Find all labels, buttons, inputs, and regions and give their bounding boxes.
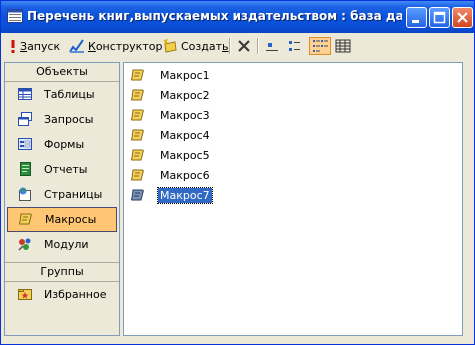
nav-item-reports[interactable]: Отчеты bbox=[5, 157, 119, 182]
macro-icon bbox=[131, 129, 144, 141]
create-icon bbox=[163, 38, 177, 53]
accelerator-key: З bbox=[20, 39, 28, 53]
list-item[interactable]: Макрос5 bbox=[130, 146, 212, 164]
list-item-label: Макрос1 bbox=[160, 68, 210, 82]
nav-item-label: Формы bbox=[44, 138, 85, 151]
objects-pane: Объекты Таблицы Запросы Формы Отчеты Стр… bbox=[4, 62, 120, 336]
minimize-button[interactable] bbox=[406, 7, 427, 28]
form-icon bbox=[18, 138, 32, 150]
run-label: Запуск bbox=[20, 39, 61, 53]
small-icons-icon bbox=[289, 41, 300, 51]
window-title: Перечень книг,выпускаемых издательством … bbox=[27, 9, 402, 23]
close-icon bbox=[457, 12, 468, 23]
list-view-button[interactable] bbox=[309, 37, 331, 55]
nav-item-favorites[interactable]: Избранное bbox=[5, 282, 119, 307]
delete-icon bbox=[238, 40, 250, 52]
nav-item-pages[interactable]: Страницы bbox=[5, 182, 119, 207]
list-item-label: Макрос7 bbox=[157, 186, 213, 204]
list-item[interactable]: Макрос1 bbox=[130, 66, 212, 84]
delete-button[interactable] bbox=[236, 37, 252, 55]
details-view-button[interactable] bbox=[334, 37, 352, 55]
large-icons-view-button[interactable] bbox=[264, 37, 282, 55]
toolbar-separator bbox=[229, 38, 231, 54]
nav-item-label: Макросы bbox=[45, 213, 97, 226]
nav-item-forms[interactable]: Формы bbox=[5, 132, 119, 157]
list-item-label: Макрос3 bbox=[160, 108, 210, 122]
accelerator-key: ь bbox=[222, 39, 229, 53]
groups-header[interactable]: Группы bbox=[5, 262, 119, 282]
macro-icon bbox=[131, 89, 144, 101]
list-item[interactable]: Макрос2 bbox=[130, 86, 212, 104]
nav-item-macros[interactable]: Макросы bbox=[7, 207, 117, 232]
macro-icon bbox=[19, 213, 32, 225]
design-label: Конструктор bbox=[88, 39, 163, 53]
macro-icon bbox=[131, 109, 144, 121]
list-item-label: Макрос5 bbox=[160, 148, 210, 162]
database-app-icon bbox=[7, 9, 23, 23]
list-item[interactable]: Макрос4 bbox=[130, 126, 212, 144]
nav-item-label: Таблицы bbox=[44, 88, 95, 101]
nav-item-queries[interactable]: Запросы bbox=[5, 107, 119, 132]
list-item[interactable]: Макрос6 bbox=[130, 166, 212, 184]
toolbar-separator bbox=[257, 38, 259, 54]
list-item-selected[interactable]: Макрос7 bbox=[130, 186, 213, 204]
objects-header[interactable]: Объекты bbox=[5, 63, 119, 82]
nav-item-label: Запросы bbox=[44, 113, 94, 126]
list-item[interactable]: Макрос3 bbox=[130, 106, 212, 124]
macro-icon bbox=[131, 189, 144, 201]
create-button[interactable]: Создать bbox=[162, 37, 229, 55]
module-icon bbox=[18, 238, 31, 251]
list-item-label: Макрос4 bbox=[160, 128, 210, 142]
maximize-icon bbox=[433, 11, 446, 24]
list-item-label: Макрос2 bbox=[160, 88, 210, 102]
macros-list: Макрос1 Макрос2 Макрос3 Макрос4 Макрос5 … bbox=[123, 62, 463, 336]
details-view-icon bbox=[335, 39, 351, 53]
run-button[interactable]: Запуск bbox=[9, 37, 60, 55]
design-icon bbox=[69, 39, 84, 53]
maximize-button[interactable] bbox=[429, 7, 450, 28]
small-icons-view-button[interactable] bbox=[286, 37, 304, 55]
minimize-icon bbox=[412, 20, 419, 23]
nav-item-label: Страницы bbox=[44, 188, 103, 201]
macro-icon bbox=[131, 69, 144, 81]
toolbar: Запуск Конструктор Создать bbox=[2, 34, 473, 58]
macro-icon bbox=[131, 169, 144, 181]
database-window: Перечень книг,выпускаемых издательством … bbox=[0, 0, 475, 345]
large-icons-icon bbox=[266, 43, 278, 51]
table-icon bbox=[18, 88, 32, 100]
nav-item-label: Избранное bbox=[44, 288, 107, 301]
report-icon bbox=[20, 162, 31, 176]
list-item-label: Макрос6 bbox=[160, 168, 210, 182]
nav-item-tables[interactable]: Таблицы bbox=[5, 82, 119, 107]
list-view-icon bbox=[313, 40, 328, 52]
page-icon bbox=[19, 187, 31, 201]
title-bar[interactable]: Перечень книг,выпускаемых издательством … bbox=[1, 1, 474, 33]
close-button[interactable] bbox=[452, 7, 473, 28]
nav-item-modules[interactable]: Модули bbox=[5, 232, 119, 257]
favorites-icon bbox=[18, 289, 32, 300]
nav-item-label: Модули bbox=[44, 238, 89, 251]
query-icon bbox=[18, 112, 32, 126]
accelerator-key: К bbox=[88, 39, 96, 53]
create-label: Создать bbox=[181, 39, 229, 53]
run-icon bbox=[11, 40, 15, 53]
design-button[interactable]: Конструктор bbox=[69, 37, 162, 55]
macro-icon bbox=[131, 149, 144, 161]
nav-item-label: Отчеты bbox=[44, 163, 88, 176]
